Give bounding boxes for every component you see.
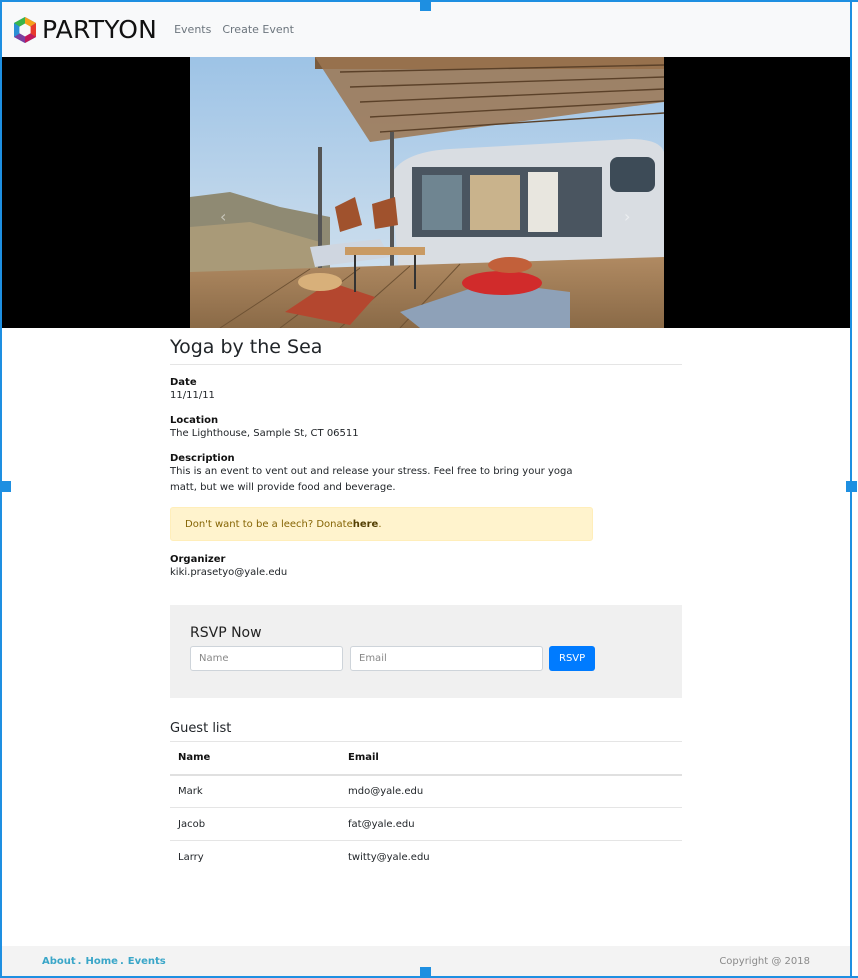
organizer-label: Organizer — [170, 554, 226, 565]
event-title: Yoga by the Sea — [170, 336, 682, 365]
date-section: Date 11/11/11 — [170, 377, 682, 404]
table-row: Jacob fat@yale.edu — [170, 807, 682, 841]
footer-separator: . — [119, 955, 124, 967]
alert-end: . — [378, 518, 382, 530]
carousel-prev-icon[interactable]: ‹ — [220, 207, 226, 226]
rsvp-email-input[interactable] — [350, 646, 543, 671]
column-header-name: Name — [170, 741, 340, 776]
copyright-text: Copyright @ 2018 — [719, 955, 810, 967]
partyon-logo-icon — [14, 16, 36, 43]
table-row: Larry twitty@yale.edu — [170, 840, 682, 874]
nav-links: Events Create Event — [174, 23, 305, 36]
guest-email: twitty@yale.edu — [340, 840, 682, 874]
location-value: The Lighthouse, Sample St, CT 06511 — [170, 428, 359, 439]
location-section: Location The Lighthouse, Sample St, CT 0… — [170, 415, 682, 442]
brand[interactable]: PARTYON — [11, 15, 157, 44]
location-label: Location — [170, 415, 219, 426]
rsvp-name-input[interactable] — [190, 646, 343, 671]
footer: About. Home. Events Copyright @ 2018 — [2, 946, 850, 976]
description-value: This is an event to vent out and release… — [170, 466, 573, 493]
resize-handle-right[interactable] — [846, 481, 857, 492]
frame-right-edge — [850, 0, 852, 978]
rsvp-title: RSVP Now — [190, 625, 262, 641]
donate-alert: Don't want to be a leech? Donate here. — [170, 507, 593, 541]
date-value: 11/11/11 — [170, 390, 215, 401]
footer-separator: . — [77, 955, 82, 967]
guest-table-header: Name Email — [170, 741, 682, 776]
table-row: Mark mdo@yale.edu — [170, 774, 682, 808]
event-hero-image — [190, 57, 664, 328]
description-section: Description This is an event to vent out… — [170, 453, 682, 496]
guest-email: mdo@yale.edu — [340, 774, 682, 808]
nav-link-create-event[interactable]: Create Event — [222, 23, 294, 36]
rsvp-panel: RSVP Now RSVP — [170, 605, 682, 698]
guest-table: Name Email Mark mdo@yale.edu Jacob fat@y… — [170, 741, 682, 874]
image-carousel: ‹ › — [2, 57, 850, 328]
footer-links: About. Home. Events — [42, 956, 166, 967]
organizer-value: kiki.prasetyo@yale.edu — [170, 567, 288, 578]
guest-name: Mark — [170, 774, 340, 808]
footer-link-home[interactable]: Home — [85, 956, 117, 967]
guest-email: fat@yale.edu — [340, 807, 682, 841]
event-details: Yoga by the Sea Date 11/11/11 Location T… — [170, 336, 682, 874]
column-header-email: Email — [340, 741, 682, 776]
resize-handle-left[interactable] — [0, 481, 11, 492]
date-label: Date — [170, 377, 197, 388]
footer-link-about[interactable]: About — [42, 956, 76, 967]
navbar: PARTYON Events Create Event — [2, 2, 850, 57]
donate-link[interactable]: here — [353, 519, 379, 530]
organizer-section: Organizer kiki.prasetyo@yale.edu — [170, 554, 682, 581]
guest-list-title: Guest list — [170, 721, 232, 736]
alert-text: Don't want to be a leech? Donate — [185, 518, 353, 530]
guest-name: Jacob — [170, 807, 340, 841]
brand-name: PARTYON — [42, 15, 158, 44]
carousel-next-icon[interactable]: › — [624, 207, 630, 226]
footer-link-events[interactable]: Events — [128, 956, 166, 967]
rsvp-form: RSVP — [190, 646, 662, 671]
nav-link-events[interactable]: Events — [174, 23, 211, 36]
description-label: Description — [170, 453, 235, 464]
rsvp-button[interactable]: RSVP — [549, 646, 596, 671]
guest-name: Larry — [170, 840, 340, 874]
